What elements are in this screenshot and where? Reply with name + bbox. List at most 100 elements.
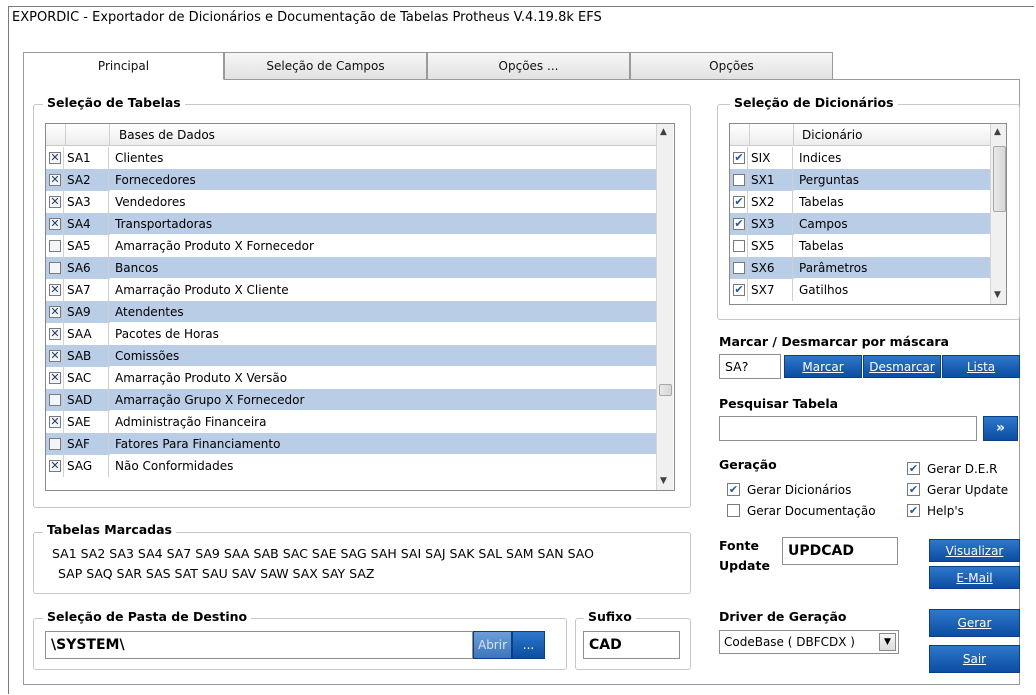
row-checkbox-cell[interactable] — [46, 257, 64, 279]
dictionaries-scrollbar[interactable]: ▲ ▼ — [990, 124, 1006, 304]
tab-selecao-campos[interactable]: Seleção de Campos — [224, 52, 427, 79]
tab-principal[interactable]: Principal — [23, 52, 224, 80]
table-row[interactable]: ✔ SX3 Campos — [730, 213, 990, 235]
row-checkbox-cell[interactable]: ✕ — [46, 301, 64, 323]
row-checkbox-cell[interactable]: ✔ — [730, 147, 748, 169]
view-button[interactable]: Visualizar — [929, 539, 1020, 562]
row-checkbox-cell[interactable]: ✕ — [46, 147, 64, 169]
scroll-thumb[interactable] — [993, 146, 1006, 212]
row-checkbox-cell[interactable]: ✔ — [730, 213, 748, 235]
dictionaries-grid[interactable]: Dicionário ✔ SIX Indices SX1 Perguntas ✔ SX2 Ta… — [729, 123, 1007, 305]
checked-box-icon[interactable]: ✕ — [49, 416, 61, 428]
browse-button[interactable]: ... — [512, 631, 545, 659]
table-row[interactable]: SX6 Parâmetros — [730, 257, 990, 279]
checked-box-icon[interactable]: ✔ — [733, 218, 745, 230]
row-checkbox-cell[interactable]: ✕ — [46, 323, 64, 345]
chevron-down-icon[interactable]: ▼ — [879, 633, 896, 651]
table-row[interactable]: ✕ SA3 Vendedores — [46, 191, 656, 213]
empty-checkbox-icon[interactable] — [733, 240, 745, 252]
unmark-button[interactable]: Desmarcar — [863, 355, 941, 378]
source-input[interactable]: UPDCAD — [782, 537, 898, 565]
table-row[interactable]: SX5 Tabelas — [730, 235, 990, 257]
tab-opcoes[interactable]: Opções — [630, 52, 833, 79]
table-row[interactable]: ✕ SAB Comissões — [46, 345, 656, 367]
table-row[interactable]: ✕ SA4 Transportadoras — [46, 213, 656, 235]
checked-box-icon[interactable]: ✔ — [733, 284, 745, 296]
row-checkbox-cell[interactable]: ✕ — [46, 411, 64, 433]
row-checkbox-cell[interactable]: ✕ — [46, 345, 64, 367]
checked-box-icon[interactable]: ✕ — [49, 350, 61, 362]
exit-button[interactable]: Sair — [929, 645, 1020, 673]
gen-dict-checkbox[interactable]: ✔ Gerar Dicionários — [727, 482, 851, 500]
table-row[interactable]: ✔ SX7 Gatilhos — [730, 279, 990, 301]
table-row[interactable]: SA6 Bancos — [46, 257, 656, 279]
row-checkbox-cell[interactable]: ✕ — [46, 367, 64, 389]
gen-doc-checkbox[interactable]: Gerar Documentação — [727, 503, 876, 521]
list-button[interactable]: Lista — [942, 355, 1020, 378]
table-row[interactable]: SAF Fatores Para Financiamento — [46, 433, 656, 455]
empty-checkbox-icon[interactable] — [49, 240, 61, 252]
dest-input[interactable]: \SYSTEM\ — [45, 631, 473, 659]
empty-checkbox-icon[interactable] — [49, 394, 61, 406]
checked-box-icon[interactable]: ✕ — [49, 152, 61, 164]
gen-update-checkbox[interactable]: ✔ Gerar Update — [907, 482, 1008, 500]
scroll-thumb[interactable] — [659, 384, 672, 396]
row-checkbox-cell[interactable] — [46, 433, 64, 455]
empty-checkbox-icon[interactable] — [49, 262, 61, 274]
table-row[interactable]: ✕ SA1 Clientes — [46, 147, 656, 169]
search-button[interactable]: » — [983, 416, 1018, 441]
mark-button[interactable]: Marcar — [784, 355, 862, 378]
table-row[interactable]: ✕ SA2 Fornecedores — [46, 169, 656, 191]
tables-scrollbar[interactable]: ▲ ▼ — [656, 124, 673, 490]
checked-box-icon[interactable]: ✕ — [49, 328, 61, 340]
row-checkbox-cell[interactable]: ✕ — [46, 191, 64, 213]
checked-box-icon[interactable]: ✕ — [49, 460, 61, 472]
checked-box-icon[interactable]: ✔ — [733, 196, 745, 208]
empty-checkbox-icon[interactable] — [733, 262, 745, 274]
empty-checkbox-icon[interactable] — [49, 438, 61, 450]
generate-button[interactable]: Gerar — [929, 609, 1020, 637]
table-row[interactable]: ✕ SAC Amarração Produto X Versão — [46, 367, 656, 389]
row-checkbox-cell[interactable] — [730, 257, 748, 279]
checked-box-icon[interactable]: ✕ — [49, 372, 61, 384]
gen-der-checkbox[interactable]: ✔ Gerar D.E.R — [907, 461, 998, 479]
tab-opcoes-more[interactable]: Opções ... — [427, 52, 630, 79]
scroll-up-icon[interactable]: ▲ — [660, 127, 667, 137]
table-row[interactable]: SAD Amarração Grupo X Fornecedor — [46, 389, 656, 411]
table-row[interactable]: ✔ SIX Indices — [730, 147, 990, 169]
row-checkbox-cell[interactable]: ✔ — [730, 191, 748, 213]
row-checkbox-cell[interactable]: ✕ — [46, 455, 64, 477]
table-row[interactable]: SA5 Amarração Produto X Fornecedor — [46, 235, 656, 257]
checked-box-icon[interactable]: ✕ — [49, 218, 61, 230]
suffix-input[interactable]: CAD — [583, 631, 680, 659]
row-checkbox-cell[interactable]: ✕ — [46, 169, 64, 191]
table-row[interactable]: ✕ SAE Administração Financeira — [46, 411, 656, 433]
checked-box-icon[interactable]: ✕ — [49, 284, 61, 296]
table-row[interactable]: ✔ SX2 Tabelas — [730, 191, 990, 213]
table-row[interactable]: ✕ SAA Pacotes de Horas — [46, 323, 656, 345]
checked-box-icon[interactable]: ✕ — [49, 306, 61, 318]
checked-box-icon[interactable]: ✕ — [49, 174, 61, 186]
row-checkbox-cell[interactable]: ✕ — [46, 213, 64, 235]
checked-box-icon[interactable]: ✕ — [49, 196, 61, 208]
checked-box-icon[interactable]: ✔ — [733, 152, 745, 164]
table-row[interactable]: ✕ SA7 Amarração Produto X Cliente — [46, 279, 656, 301]
table-row[interactable]: SX1 Perguntas — [730, 169, 990, 191]
table-row[interactable]: ✕ SAG Não Conformidades — [46, 455, 656, 477]
row-checkbox-cell[interactable] — [730, 169, 748, 191]
mask-input[interactable]: SA? — [719, 354, 781, 379]
driver-select[interactable]: CodeBase ( DBFCDX ) ▼ — [719, 630, 899, 654]
email-button[interactable]: E-Mail — [929, 566, 1020, 589]
row-checkbox-cell[interactable]: ✔ — [730, 279, 748, 301]
tables-grid[interactable]: Bases de Dados ✕ SA1 Clientes ✕ SA2 Fornecedo… — [45, 123, 675, 491]
open-button[interactable]: Abrir — [473, 631, 512, 659]
row-checkbox-cell[interactable] — [46, 389, 64, 411]
helps-checkbox[interactable]: ✔ Help's — [907, 503, 964, 521]
scroll-down-icon[interactable]: ▼ — [660, 476, 667, 486]
row-checkbox-cell[interactable] — [730, 235, 748, 257]
row-checkbox-cell[interactable] — [46, 235, 64, 257]
scroll-down-icon[interactable]: ▼ — [994, 290, 1001, 300]
scroll-up-icon[interactable]: ▲ — [994, 127, 1001, 137]
table-row[interactable]: ✕ SA9 Atendentes — [46, 301, 656, 323]
search-input[interactable] — [719, 416, 977, 441]
